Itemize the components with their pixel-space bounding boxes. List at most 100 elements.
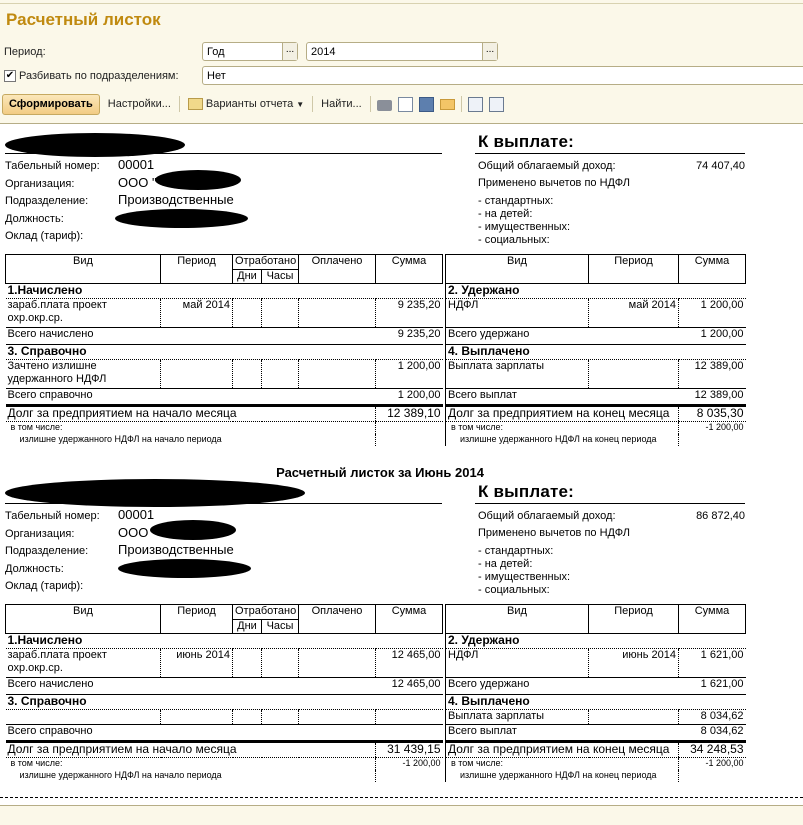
reference-total-value: 1 200,00 xyxy=(375,388,443,406)
item-hours xyxy=(261,359,300,389)
col-type-header: Вид xyxy=(445,254,589,284)
taxable-income-label: Общий облагаемый доход: xyxy=(478,510,616,522)
deductions-label: Применено вычетов по НДФЛ xyxy=(478,177,630,189)
accrued-total-label: Всего начислено xyxy=(5,677,376,695)
redacted-employee-name xyxy=(5,479,305,507)
toolbar-separator xyxy=(460,96,462,112)
toolbar-separator xyxy=(178,96,180,112)
redacted-organization xyxy=(150,520,236,540)
taxable-income-value: 74 407,40 xyxy=(696,160,745,172)
item-paid xyxy=(298,359,377,389)
report-spreadsheet[interactable]: Табельный номер: 00001 Организация: ООО " По… xyxy=(0,123,803,806)
to-pay-label: К выплате: xyxy=(478,132,575,151)
col-type-header: Вид xyxy=(5,604,161,634)
col-sum-header: Сумма xyxy=(375,254,444,284)
split-by-division-checkbox[interactable]: ✔ xyxy=(4,70,16,82)
item-days xyxy=(232,648,262,678)
division-label: Подразделение: xyxy=(5,545,89,557)
to-pay-header: К выплате: xyxy=(475,479,745,504)
toolbar-separator xyxy=(312,96,314,112)
reference-total-label: Всего справочно xyxy=(5,724,376,742)
division-row: Подразделение: Производственные xyxy=(5,192,234,207)
col-type-header: Вид xyxy=(445,604,589,634)
deduction-property-label: - имущественных: xyxy=(478,571,571,583)
item-type: Выплата зарплаты xyxy=(445,359,589,389)
period-label: Период: xyxy=(4,46,46,58)
col-paid-header: Оплачено xyxy=(298,254,377,284)
section-reference-title: 3. Справочно xyxy=(5,344,443,360)
paid_out-total-value: 8 034,62 xyxy=(678,724,746,742)
redacted-organization xyxy=(155,170,241,190)
accruals-table: Вид Период Отработано Оплачено Сумма Дни Часы 1… xyxy=(5,604,444,782)
section-accrued-title: 1.Начислено xyxy=(5,283,443,299)
chevron-down-icon: ▼ xyxy=(296,99,305,109)
tab-number-value: 00001 xyxy=(118,507,155,522)
debt-end-value: 8 035,30 xyxy=(678,404,746,422)
accrued-total-label: Всего начислено xyxy=(5,327,376,345)
copy-icon[interactable] xyxy=(467,96,483,112)
report-variants-label: Варианты отчета xyxy=(205,98,294,110)
deduction-social-label: - социальных: xyxy=(478,234,550,246)
taxable-income-label: Общий облагаемый доход: xyxy=(478,160,616,172)
print-icon[interactable] xyxy=(376,100,392,111)
rate-row: Оклад (тариф): xyxy=(5,230,83,242)
period-type-value: Год xyxy=(207,46,225,58)
debt-end-value: 34 248,53 xyxy=(678,740,746,758)
settings-button[interactable]: Настройки... xyxy=(106,98,173,110)
item-days xyxy=(232,709,262,725)
deduction-standard-label: - стандартных: xyxy=(478,545,554,557)
section-paid_out-title: 4. Выплачено xyxy=(445,694,746,710)
item-paid xyxy=(298,648,377,678)
debt-start-label: Долг за предприятием на начало месяца xyxy=(5,404,376,422)
item-period xyxy=(160,359,233,389)
toolbar-separator xyxy=(369,96,371,112)
item-period xyxy=(160,709,233,725)
deduction-standard-label: - стандартных: xyxy=(478,195,554,207)
taxable-income-row: Общий облагаемый доход: 74 407,40 xyxy=(478,160,745,172)
withheld-total-label: Всего удержано xyxy=(445,677,679,695)
organization-label: Организация: xyxy=(5,527,75,540)
item-sum: 12 465,00 xyxy=(375,648,443,678)
including-label: в том числе: xyxy=(10,422,63,432)
deductions-table: Вид Период Сумма 2. Удержано НДФЛ июнь 2014 1 … xyxy=(445,604,746,782)
period-value: 2014 xyxy=(311,46,336,58)
payslip-2: Расчетный листок за Июнь 2014 Табельный н… xyxy=(5,465,746,805)
period-value-select-button[interactable]: ... xyxy=(482,43,497,60)
payslip-1: Табельный номер: 00001 Организация: ООО " По… xyxy=(5,129,746,459)
find-button[interactable]: Найти... xyxy=(319,98,364,110)
preview-icon[interactable] xyxy=(397,96,413,112)
save-icon[interactable] xyxy=(418,96,434,112)
paid_out-total-label: Всего выплат xyxy=(445,724,679,742)
deductions-label: Применено вычетов по НДФЛ xyxy=(478,527,630,539)
paid_out-total-value: 12 389,00 xyxy=(678,388,746,406)
position-label: Должность: xyxy=(5,562,64,575)
period-type-field[interactable]: Год ... xyxy=(202,42,298,61)
item-hours xyxy=(261,709,300,725)
position-label: Должность: xyxy=(5,212,64,225)
deduction-social-label: - социальных: xyxy=(478,584,550,596)
item-paid xyxy=(298,709,377,725)
mail-icon[interactable] xyxy=(439,98,455,110)
debt-start-incl-value: -1 200,00 xyxy=(375,757,443,770)
organization-row: Организация: ООО " xyxy=(5,525,157,540)
paste-icon[interactable] xyxy=(488,96,504,112)
debt-start-label: Долг за предприятием на начало месяца xyxy=(5,740,376,758)
item-sum: 12 389,00 xyxy=(678,359,746,389)
empty-cell xyxy=(678,433,746,446)
item-sum: 9 235,20 xyxy=(375,298,443,328)
period-type-select-button[interactable]: ... xyxy=(282,43,297,60)
table-row: зараб.плата проект охр.окр.ср. июнь 2014 1… xyxy=(5,648,443,678)
section-accrued-title: 1.Начислено xyxy=(5,633,443,649)
split-by-division-field[interactable]: Нет xyxy=(202,66,803,85)
reference-total-label: Всего справочно xyxy=(5,388,376,406)
item-sum: 1 621,00 xyxy=(678,648,746,678)
rate-row: Оклад (тариф): xyxy=(5,580,83,592)
generate-button[interactable]: Сформировать xyxy=(2,93,100,115)
organization-label: Организация: xyxy=(5,177,75,190)
division-row: Подразделение: Производственные xyxy=(5,542,234,557)
withheld-total-label: Всего удержано xyxy=(445,327,679,345)
excess-ndfl-end-label: излишне удержанного НДФЛ на конец период… xyxy=(460,433,657,444)
period-value-field[interactable]: 2014 ... xyxy=(306,42,498,61)
report-variants-button[interactable]: Варианты отчета ▼ xyxy=(186,98,306,110)
item-type xyxy=(5,709,161,725)
